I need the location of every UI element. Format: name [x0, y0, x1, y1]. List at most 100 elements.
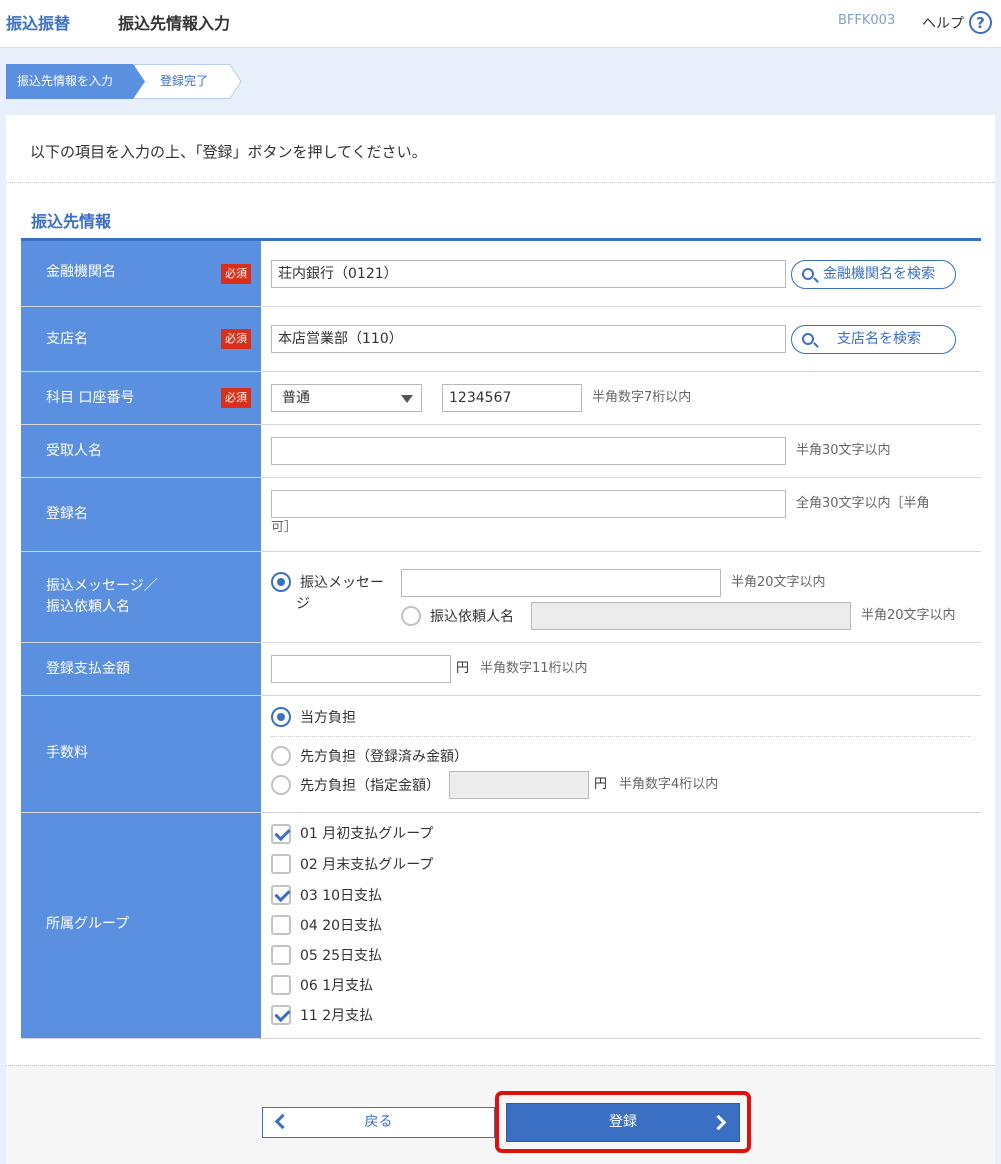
- row-label-bank: 金融機関名 必須: [21, 241, 261, 306]
- row-value-branch: 本店営業部（110） 支店名を検索: [271, 307, 981, 371]
- reg-name-hint-cont: 可］: [271, 520, 298, 535]
- group-checkbox-03[interactable]: [271, 885, 291, 905]
- branch-search-button[interactable]: 支店名を検索: [791, 325, 956, 354]
- bank-name-input[interactable]: 荘内銀行（0121）: [271, 260, 786, 288]
- row-fee: 手数料 当方負担 先方負担（登録済み金額） 先方負担（指定金額） 円 半角数字4…: [21, 696, 981, 813]
- button-area: 戻る 登録: [6, 1066, 995, 1164]
- group-label-05[interactable]: 05 25日支払: [300, 946, 382, 966]
- page-title: 振込先情報入力: [118, 14, 231, 33]
- required-badge: 必須: [221, 264, 251, 284]
- row-value-bank: 荘内銀行（0121） 金融機関名を検索: [271, 241, 981, 306]
- fee-radio-specified[interactable]: [271, 775, 291, 795]
- payee-hint: 半角30文字以内: [796, 443, 891, 458]
- row-value-reg-name: 全角30文字以内［半角 可］: [271, 478, 981, 551]
- row-value-payee: 半角30文字以内: [271, 425, 981, 477]
- step-input-label: 振込先情報を入力: [17, 74, 114, 88]
- requester-hint: 半角20文字以内: [861, 608, 956, 623]
- search-icon: [802, 333, 814, 345]
- register-button[interactable]: 登録: [506, 1103, 740, 1142]
- reg-name-label: 登録名: [46, 506, 88, 522]
- requester-radio-label[interactable]: 振込依頼人名: [430, 607, 514, 627]
- section-title: 振込先情報: [31, 212, 112, 231]
- row-amount: 登録支払金額 円 半角数字11桁以内: [21, 643, 981, 696]
- required-badge: 必須: [221, 388, 251, 408]
- back-button-label: 戻る: [364, 1114, 393, 1130]
- group-checkbox-01[interactable]: [271, 824, 291, 844]
- group-label-04[interactable]: 04 20日支払: [300, 916, 382, 936]
- row-account: 科目 口座番号 必須 普通 1234567 半角数字7桁以内: [21, 372, 981, 425]
- row-label-branch: 支店名 必須: [21, 307, 261, 371]
- row-bank: 金融機関名 必須 荘内銀行（0121） 金融機関名を検索: [21, 241, 981, 307]
- main-panel: 以下の項目を入力の上、「登録」ボタンを押してください。 振込先情報 金融機関名 …: [6, 115, 995, 1164]
- search-icon: [802, 268, 814, 280]
- row-value-amount: 円 半角数字11桁以内: [271, 643, 981, 695]
- back-button[interactable]: 戻る: [262, 1107, 495, 1138]
- group-checkbox-11[interactable]: [271, 1005, 291, 1025]
- help-link[interactable]: ヘルプ ?: [922, 11, 992, 34]
- group-label-03[interactable]: 03 10日支払: [300, 886, 382, 906]
- fee-radio-registered[interactable]: [271, 746, 291, 766]
- step-complete: 登録完了: [134, 64, 242, 99]
- amount-input[interactable]: [271, 655, 451, 683]
- amount-label: 登録支払金額: [46, 661, 130, 677]
- divider: [6, 182, 995, 183]
- instruction-text: 以下の項目を入力の上、「登録」ボタンを押してください。: [30, 143, 427, 161]
- help-icon[interactable]: ?: [969, 11, 992, 34]
- message-radio-label[interactable]: 振込メッセー: [300, 573, 384, 593]
- bank-search-button[interactable]: 金融機関名を検索: [791, 260, 956, 289]
- row-value-account: 普通 1234567 半角数字7桁以内: [271, 372, 981, 424]
- screen-code: BFFK003: [838, 13, 896, 28]
- account-type-value: 普通: [282, 390, 310, 406]
- reg-name-input[interactable]: [271, 490, 786, 518]
- payee-label: 受取人名: [46, 443, 102, 459]
- branch-name-input[interactable]: 本店営業部（110）: [271, 325, 786, 353]
- requester-input[interactable]: [531, 602, 851, 630]
- group-checkbox-02[interactable]: [271, 854, 291, 874]
- group-label-01[interactable]: 01 月初支払グループ: [300, 824, 433, 844]
- group-label-02[interactable]: 02 月末支払グループ: [300, 855, 433, 875]
- message-label-line1: 振込メッセージ／: [46, 578, 158, 594]
- fee-divider: [271, 736, 971, 737]
- group-checkbox-04[interactable]: [271, 915, 291, 935]
- group-label-06[interactable]: 06 1月支払: [300, 976, 373, 996]
- row-label-account: 科目 口座番号 必須: [21, 372, 261, 424]
- group-checkbox-06[interactable]: [271, 975, 291, 995]
- fee-radio-ours-label[interactable]: 当方負担: [300, 708, 356, 728]
- group-label-11[interactable]: 11 2月支払: [300, 1006, 373, 1026]
- amount-unit: 円: [456, 661, 470, 676]
- bank-label: 金融機関名: [46, 264, 116, 280]
- fee-amount-input[interactable]: [449, 771, 589, 799]
- row-value-fee: 当方負担 先方負担（登録済み金額） 先方負担（指定金額） 円 半角数字4桁以内: [271, 696, 981, 812]
- message-hint: 半角20文字以内: [731, 575, 826, 590]
- message-radio[interactable]: [271, 572, 291, 592]
- row-label-reg-name: 登録名: [21, 478, 261, 551]
- group-checkbox-05[interactable]: [271, 945, 291, 965]
- row-value-groups: 01 月初支払グループ 02 月末支払グループ 03 10日支払 04 20日支…: [271, 813, 981, 1038]
- fee-label: 手数料: [46, 745, 88, 761]
- fee-radio-registered-label[interactable]: 先方負担（登録済み金額）: [300, 747, 468, 767]
- branch-search-label: 支店名を検索: [837, 331, 921, 347]
- category-title: 振込振替: [6, 14, 71, 33]
- row-label-amount: 登録支払金額: [21, 643, 261, 695]
- account-type-select[interactable]: 普通: [271, 384, 422, 412]
- fee-radio-ours[interactable]: [271, 707, 291, 727]
- register-button-label: 登録: [609, 1114, 637, 1130]
- payee-name-input[interactable]: [271, 437, 786, 465]
- requester-radio[interactable]: [401, 606, 421, 626]
- account-label: 科目 口座番号: [46, 390, 135, 406]
- message-label-line2: 振込依頼人名: [46, 599, 130, 615]
- chevron-left-icon: [274, 1113, 291, 1130]
- bank-search-label: 金融機関名を検索: [823, 266, 935, 282]
- fee-radio-specified-label[interactable]: 先方負担（指定金額）: [300, 776, 440, 796]
- fee-hint: 半角数字4桁以内: [619, 777, 719, 792]
- chevron-right-icon: [710, 1114, 727, 1131]
- account-number-input[interactable]: 1234567: [442, 384, 582, 412]
- amount-hint: 半角数字11桁以内: [480, 661, 588, 676]
- message-input[interactable]: [401, 569, 721, 597]
- row-reg-name: 登録名 全角30文字以内［半角 可］: [21, 478, 981, 552]
- row-groups: 所属グループ 01 月初支払グループ 02 月末支払グループ 03 10日支払 …: [21, 813, 981, 1039]
- step-input: 振込先情報を入力: [6, 64, 146, 99]
- row-label-fee: 手数料: [21, 696, 261, 812]
- row-label-payee: 受取人名: [21, 425, 261, 477]
- row-label-message: 振込メッセージ／ 振込依頼人名: [21, 552, 261, 642]
